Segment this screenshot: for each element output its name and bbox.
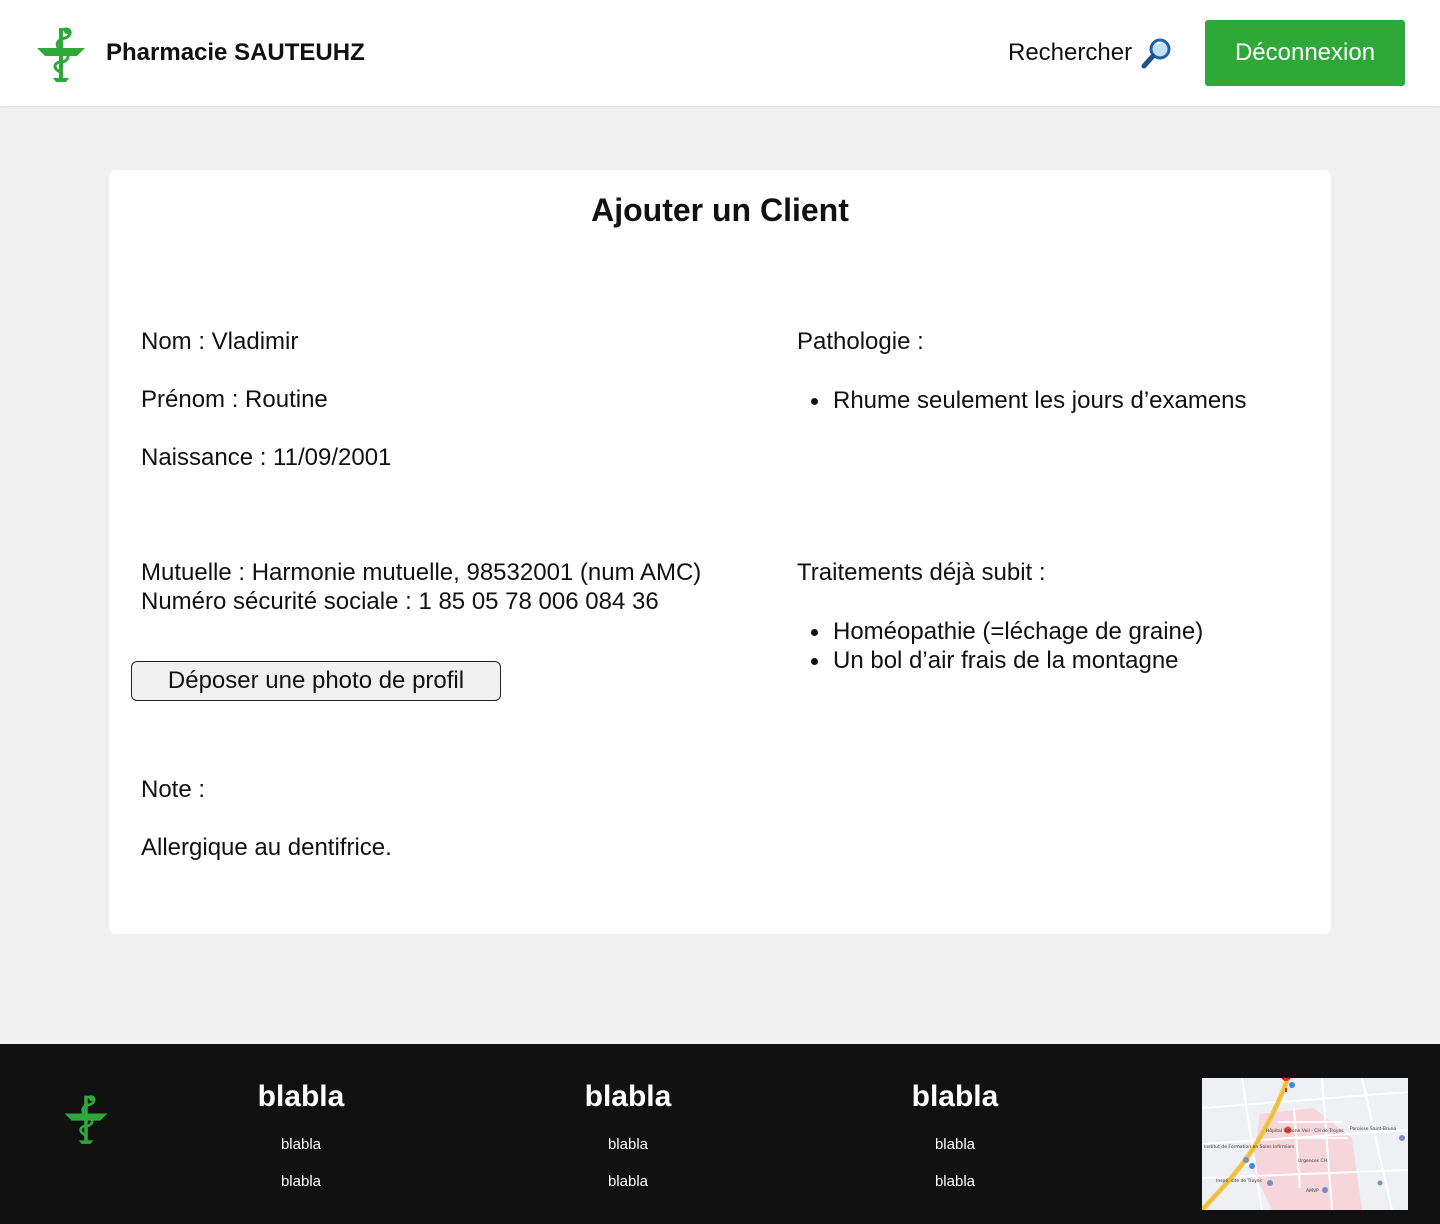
footer-column-title: blabla (584, 1080, 672, 1113)
list-item: Un bol d’air frais de la montagne (797, 646, 1203, 675)
location-map[interactable]: Hôpital Simone Veil - CH de Troyes Insti… (1202, 1078, 1408, 1210)
map-label: Institut de Formation en Soins Infirmier… (1204, 1144, 1295, 1150)
footer-column-3: blabla blabla blabla (855, 1080, 1055, 1190)
list-item: Homéopathie (=léchage de graine) (797, 617, 1203, 646)
pathologie-label: Pathologie : (797, 328, 924, 355)
naissance-field: Naissance : 11/09/2001 (141, 444, 392, 471)
mutuelle-field: Mutuelle : Harmonie mutuelle, 98532001 (… (141, 559, 702, 586)
footer-link[interactable]: blabla (528, 1136, 728, 1153)
footer-link[interactable]: blabla (855, 1173, 1055, 1190)
traitements-list: Homéopathie (=léchage de graine) Un bol … (797, 617, 1203, 675)
prenom-field: Prénom : Routine (141, 386, 328, 413)
footer-link[interactable]: blabla (855, 1136, 1055, 1153)
pharmacy-logo-icon[interactable] (61, 1090, 111, 1146)
list-item: Rhume seulement les jours d’examens (797, 386, 1247, 415)
footer-column-title: blabla (911, 1080, 999, 1113)
map-label: Urgences CH (1298, 1158, 1327, 1164)
logout-button[interactable]: Déconnexion (1205, 20, 1405, 86)
note-label: Note : (141, 776, 206, 803)
footer-column-2: blabla blabla blabla (528, 1080, 728, 1190)
map-label: Paroisse Saint-Bruno (1350, 1126, 1396, 1132)
footer: blabla blabla blabla blabla blabla blabl… (0, 1044, 1440, 1224)
nom-field: Nom : Vladimir (141, 328, 299, 355)
search-label: Rechercher (1008, 39, 1133, 66)
map-label: Hôpital Simone Veil - CH de Troyes (1266, 1127, 1344, 1134)
map-label: Inspé, site de Troyes (1216, 1177, 1263, 1184)
search-link[interactable]: Rechercher (1008, 36, 1174, 70)
traitements-label: Traitements déjà subit : (797, 559, 1046, 586)
map-label: AMVP (1306, 1188, 1319, 1194)
pharmacy-logo-icon[interactable] (33, 22, 89, 84)
footer-link[interactable]: blabla (201, 1136, 401, 1153)
page-title: Ajouter un Client (591, 192, 849, 228)
footer-column-1: blabla blabla blabla (201, 1080, 401, 1190)
top-header: Pharmacie SAUTEUHZ Rechercher Déconnexio… (0, 0, 1440, 106)
upload-photo-button[interactable]: Déposer une photo de profil (131, 661, 501, 701)
brand-name: Pharmacie SAUTEUHZ (106, 39, 365, 66)
note-value: Allergique au dentifrice. (141, 834, 392, 861)
secu-field: Numéro sécurité sociale : 1 85 05 78 006… (141, 588, 659, 615)
footer-link[interactable]: blabla (528, 1173, 728, 1190)
pathologie-list: Rhume seulement les jours d’examens (797, 386, 1247, 415)
add-client-card: Ajouter un Client Nom : Vladimir Prénom … (109, 170, 1331, 934)
footer-column-title: blabla (257, 1080, 345, 1113)
magnifier-icon[interactable] (1140, 36, 1174, 70)
footer-link[interactable]: blabla (201, 1173, 401, 1190)
